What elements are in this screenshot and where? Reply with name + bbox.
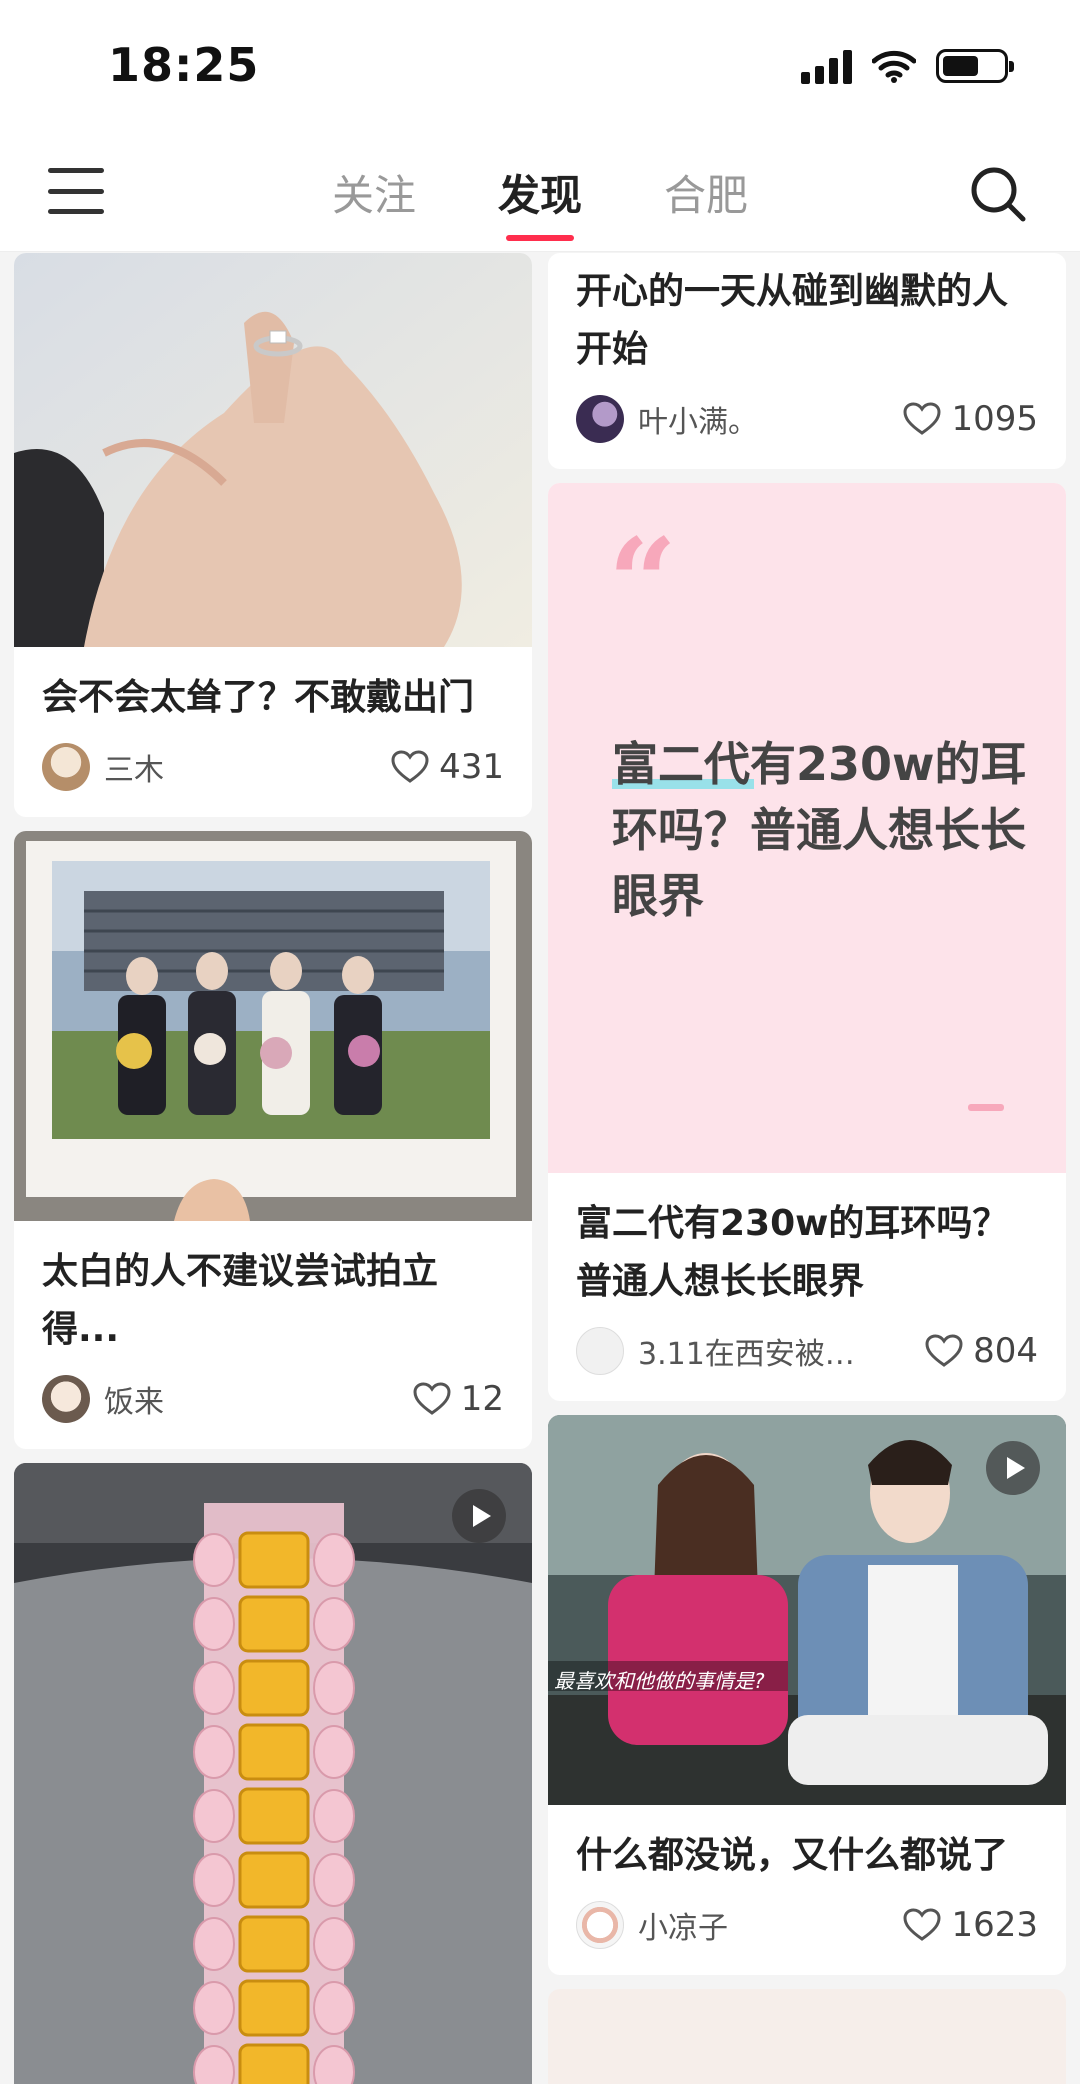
author-name: 3.11在西安被偷...: [638, 1337, 878, 1372]
author-name: 饭来: [104, 1385, 164, 1420]
like-count: 12: [460, 1379, 504, 1419]
wifi-icon: [872, 50, 916, 83]
author[interactable]: 三木: [42, 743, 164, 791]
video-caption: 最喜欢和他做的事情是?: [554, 1669, 765, 1693]
discover-feed[interactable]: 会不会太耸了？不敢戴出门 三木 431 太白的人不建议尝试拍立得... 饭来 1…: [0, 253, 1080, 2084]
card-title: 会不会太耸了？不敢戴出门: [42, 677, 475, 718]
feed-column-right: 开心的一天从碰到幽默的人开始 叶小满。 1095 “ 富二代有230w的耳环吗？…: [548, 253, 1066, 2084]
card-meta: 3.11在西安被偷... 804: [548, 1311, 1066, 1401]
top-nav: 关注 发现 合肥: [0, 140, 1080, 252]
quote-icon: “: [608, 512, 678, 653]
feed-card[interactable]: 太白的人不建议尝试拍立得... 饭来 12: [14, 831, 532, 1449]
nav-tabs: 关注 发现 合肥: [0, 162, 1080, 241]
heart-icon: [925, 1334, 963, 1367]
battery-icon: [936, 49, 1014, 83]
status-icons: [801, 48, 1014, 84]
like-count: 431: [439, 747, 504, 787]
tab-local-hefei[interactable]: 合肥: [664, 162, 748, 235]
feed-card[interactable]: [14, 1463, 532, 2084]
like-button[interactable]: 12: [413, 1379, 504, 1419]
tab-discover[interactable]: 发现: [498, 162, 582, 241]
tab-follow[interactable]: 关注: [332, 162, 416, 235]
avatar: [42, 1375, 90, 1423]
search-icon[interactable]: [968, 164, 1028, 224]
status-time: 18:25: [108, 38, 260, 92]
play-icon[interactable]: [986, 1441, 1040, 1495]
author[interactable]: 小凉子: [576, 1901, 728, 1949]
ring-on-hand-image[interactable]: [14, 253, 532, 647]
author[interactable]: 饭来: [42, 1375, 164, 1423]
polaroid-photo-image[interactable]: [14, 831, 532, 1221]
like-count: 1623: [951, 1905, 1038, 1945]
feed-card[interactable]: [548, 1989, 1066, 2084]
diamond-bracelet-image[interactable]: [14, 1463, 532, 2084]
avatar: [576, 395, 624, 443]
like-button[interactable]: 804: [925, 1331, 1038, 1371]
author-name: 叶小满。: [638, 405, 758, 440]
like-button[interactable]: 1095: [903, 399, 1038, 439]
feed-card[interactable]: 会不会太耸了？不敢戴出门 三木 431: [14, 253, 532, 817]
signal-icon: [801, 48, 852, 84]
like-count: 804: [973, 1331, 1038, 1371]
heart-icon: [903, 1908, 941, 1941]
heart-icon: [903, 402, 941, 435]
heart-icon: [413, 1382, 451, 1415]
author-name: 小凉子: [638, 1911, 728, 1946]
quote-text: 富二代有230w的耳环吗？普通人想长长眼界: [612, 737, 1027, 923]
heart-icon: [391, 750, 429, 783]
author-name: 三木: [104, 753, 164, 788]
feed-column-left: 会不会太耸了？不敢戴出门 三木 431 太白的人不建议尝试拍立得... 饭来 1…: [14, 253, 532, 2084]
like-button[interactable]: 431: [391, 747, 504, 787]
card-title: 什么都没说，又什么都说了: [576, 1835, 1009, 1876]
card-meta: 小凉子 1623: [548, 1885, 1066, 1975]
quote-cover[interactable]: “ 富二代有230w的耳环吗？普通人想长长眼界: [548, 483, 1066, 1173]
avatar: [576, 1901, 624, 1949]
card-meta: 三木 431: [14, 727, 532, 817]
card-title: 富二代有230w的耳环吗？普通人想长长眼界: [576, 1203, 1009, 1302]
play-icon[interactable]: [452, 1489, 506, 1543]
card-meta: 叶小满。 1095: [548, 379, 1066, 469]
avatar: [576, 1327, 624, 1375]
status-bar: 18:25: [0, 0, 1080, 140]
card-meta: 饭来 12: [14, 1359, 532, 1449]
author[interactable]: 叶小满。: [576, 395, 758, 443]
like-button[interactable]: 1623: [903, 1905, 1038, 1945]
feed-card[interactable]: “ 富二代有230w的耳环吗？普通人想长长眼界 富二代有230w的耳环吗？普通人…: [548, 483, 1066, 1401]
card-title: 开心的一天从碰到幽默的人开始: [576, 271, 1009, 370]
feed-card[interactable]: 最喜欢和他做的事情是? 什么都没说，又什么都说了 小凉子 1623: [548, 1415, 1066, 1975]
card-title: 太白的人不建议尝试拍立得...: [42, 1251, 439, 1350]
interview-video-image[interactable]: 最喜欢和他做的事情是?: [548, 1415, 1066, 1805]
like-count: 1095: [951, 399, 1038, 439]
author[interactable]: 3.11在西安被偷...: [576, 1327, 878, 1375]
avatar: [42, 743, 90, 791]
decorative-dash: [968, 1104, 1004, 1111]
feed-card[interactable]: 开心的一天从碰到幽默的人开始 叶小满。 1095: [548, 253, 1066, 469]
